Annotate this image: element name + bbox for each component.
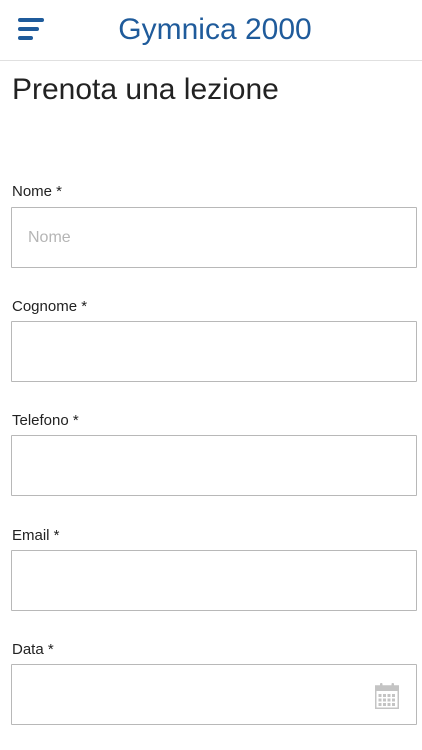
telefono-input[interactable] (11, 435, 417, 496)
page-title: Prenota una lezione (12, 73, 279, 106)
email-input[interactable] (11, 550, 417, 611)
calendar-icon[interactable] (375, 683, 399, 709)
data-label: Data * (12, 641, 54, 658)
email-label: Email * (12, 527, 60, 544)
telefono-label: Telefono * (12, 412, 79, 429)
cognome-input[interactable] (11, 321, 417, 382)
nome-label: Nome * (12, 183, 63, 200)
cognome-label: Cognome * (12, 298, 88, 315)
app-header: Gymnica 2000 (0, 0, 422, 61)
nome-input[interactable] (11, 207, 417, 268)
app-title: Gymnica 2000 (118, 13, 312, 46)
data-input[interactable] (11, 664, 417, 725)
